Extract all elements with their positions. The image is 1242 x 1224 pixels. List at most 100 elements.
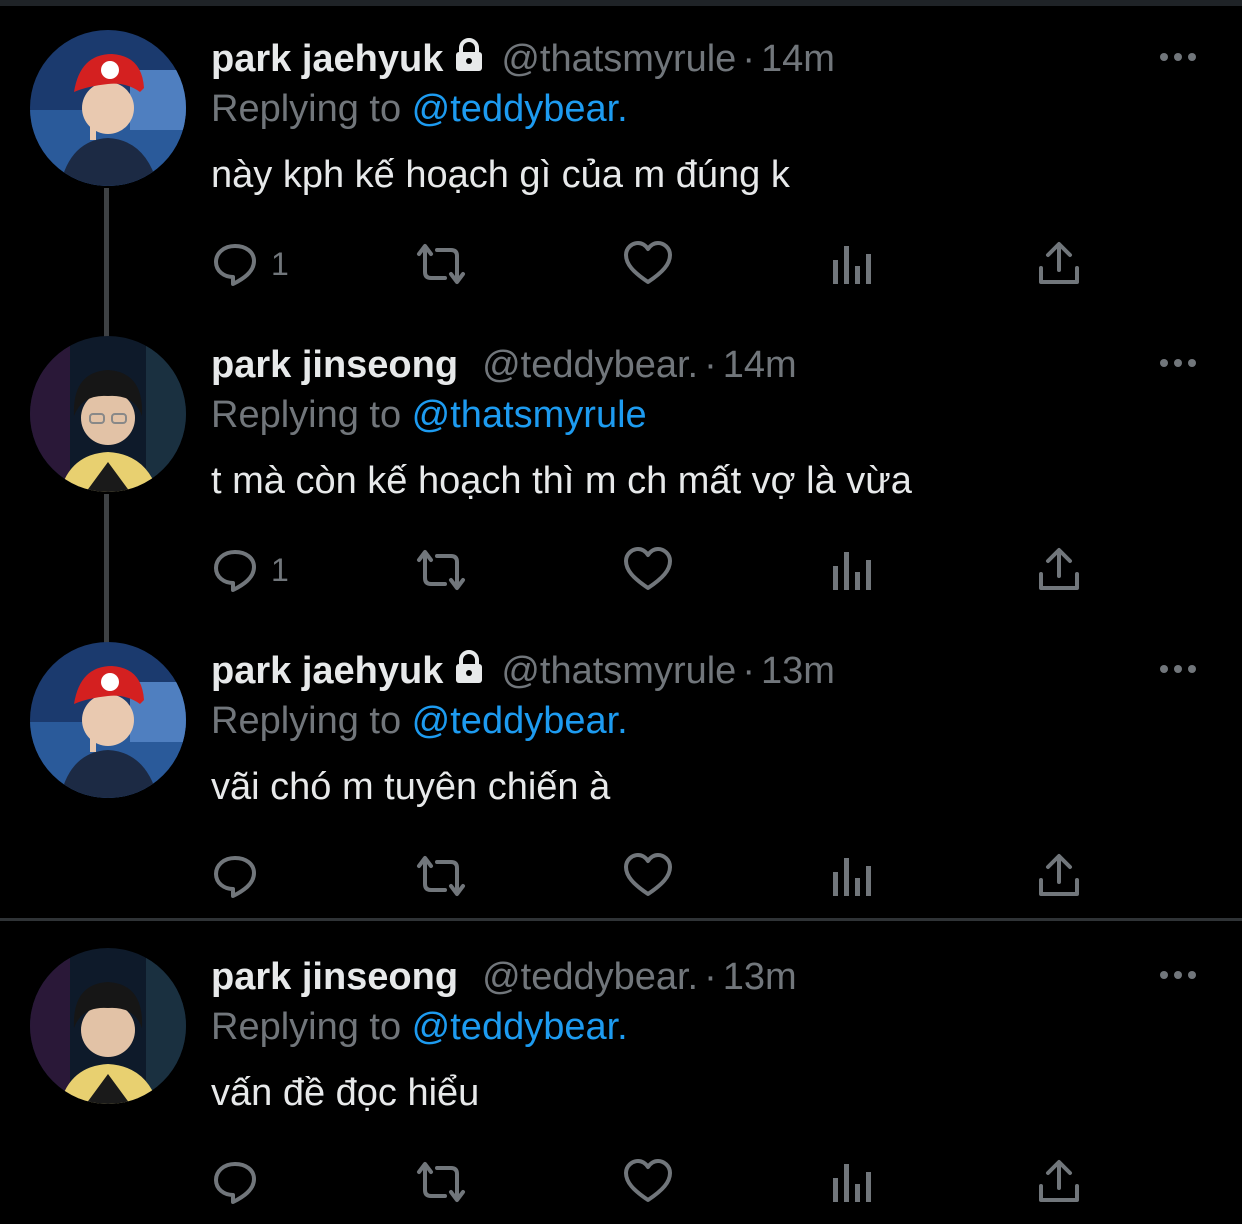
replying-to-link[interactable]: @thatsmyrule <box>412 394 647 436</box>
replying-to: Replying to @teddybear. <box>211 696 1202 746</box>
retweet-icon <box>417 1162 465 1202</box>
tweet-body: park jaehyuk @thatsmyrule · 13m Replying to… <box>211 646 1202 812</box>
replying-prefix: Replying to <box>211 88 412 130</box>
timestamp[interactable]: 13m <box>723 956 797 998</box>
tweet-body: park jinseong @teddybear. · 13m Replying to… <box>211 952 1202 1118</box>
analytics-icon <box>833 552 871 590</box>
timestamp[interactable]: 13m <box>761 650 835 692</box>
tweet[interactable]: park jaehyuk @thatsmyrule · 13m Replying to… <box>0 612 1242 918</box>
more-options-icon[interactable] <box>1158 50 1198 64</box>
replying-to: Replying to @thatsmyrule <box>211 390 1202 440</box>
views-button[interactable] <box>831 1154 875 1210</box>
user-handle[interactable]: @thatsmyrule <box>501 650 736 692</box>
replying-to: Replying to @teddybear. <box>211 1002 1202 1052</box>
retweet-button[interactable] <box>411 1154 471 1210</box>
separator-dot: · <box>704 956 717 998</box>
display-name[interactable]: park jaehyuk <box>211 38 443 80</box>
separator-dot: · <box>704 344 717 386</box>
like-button[interactable] <box>623 848 673 904</box>
display-name[interactable]: park jinseong <box>211 956 458 998</box>
replying-to-link[interactable]: @teddybear. <box>412 1006 628 1048</box>
timestamp[interactable]: 14m <box>723 344 797 386</box>
avatar[interactable] <box>30 642 186 798</box>
tweet-header: park jaehyuk @thatsmyrule · 14m <box>211 34 1202 84</box>
avatar[interactable] <box>30 948 186 1104</box>
heart-icon <box>624 853 672 896</box>
retweet-button[interactable] <box>411 236 471 292</box>
share-button[interactable] <box>1037 542 1081 598</box>
display-name[interactable]: park jaehyuk <box>211 650 443 692</box>
reply-thread: park jaehyuk @thatsmyrule · 14m Replying to… <box>0 0 1242 1212</box>
like-button[interactable] <box>623 1154 673 1210</box>
more-options-icon[interactable] <box>1158 356 1198 370</box>
replying-prefix: Replying to <box>211 394 412 436</box>
tweet-actions <box>211 1154 1111 1210</box>
tweet-text: vấn đề đọc hiểu <box>211 1072 480 1114</box>
reply-icon <box>214 244 256 286</box>
lock-icon <box>451 36 487 86</box>
tweet[interactable]: park jinseong @teddybear. · 14m Replying to… <box>0 306 1242 612</box>
analytics-icon <box>833 858 871 896</box>
avatar[interactable] <box>30 336 186 492</box>
tweet-text: này kph kế hoạch gì của m đúng k <box>211 154 790 196</box>
separator-dot: · <box>742 38 755 80</box>
reply-button[interactable]: 1 <box>211 236 289 292</box>
tweet[interactable]: park jaehyuk @thatsmyrule · 14m Replying to… <box>0 0 1242 306</box>
share-icon <box>1039 1160 1079 1202</box>
analytics-icon <box>833 246 871 284</box>
replying-to-link[interactable]: @teddybear. <box>412 88 628 130</box>
retweet-button[interactable] <box>411 542 471 598</box>
separator-dot: · <box>742 650 755 692</box>
tweet-actions <box>211 848 1111 904</box>
like-button[interactable] <box>623 542 673 598</box>
tweet-body: park jaehyuk @thatsmyrule · 14m Replying to… <box>211 34 1202 200</box>
replying-to: Replying to @teddybear. <box>211 84 1202 134</box>
retweet-button[interactable] <box>411 848 471 904</box>
tweet-header: park jinseong @teddybear. · 13m <box>211 952 1202 1002</box>
display-name[interactable]: park jinseong <box>211 344 458 386</box>
user-handle[interactable]: @thatsmyrule <box>501 38 736 80</box>
heart-icon <box>624 1159 672 1202</box>
tweet-header: park jinseong @teddybear. · 14m <box>211 340 1202 390</box>
reply-button[interactable] <box>211 1154 271 1210</box>
tweet-text: t mà còn kế hoạch thì m ch mất vợ là vừa <box>211 460 912 502</box>
timestamp[interactable]: 14m <box>761 38 835 80</box>
avatar[interactable] <box>30 30 186 186</box>
share-button[interactable] <box>1037 236 1081 292</box>
retweet-icon <box>417 244 465 284</box>
tweet[interactable]: park jinseong @teddybear. · 13m Replying to… <box>0 918 1242 1224</box>
heart-icon <box>624 547 672 590</box>
tweet-header: park jaehyuk @thatsmyrule · 13m <box>211 646 1202 696</box>
retweet-icon <box>417 856 465 896</box>
lock-icon <box>451 648 487 698</box>
share-button[interactable] <box>1037 1154 1081 1210</box>
tweet-actions: 1 <box>211 542 1111 598</box>
heart-icon <box>624 241 672 284</box>
reply-count: 1 <box>271 245 289 282</box>
analytics-icon <box>833 1164 871 1202</box>
replying-to-link[interactable]: @teddybear. <box>412 700 628 742</box>
share-button[interactable] <box>1037 848 1081 904</box>
user-handle[interactable]: @teddybear. <box>482 956 698 998</box>
reply-icon <box>214 1162 256 1204</box>
tweet-actions: 1 <box>211 236 1111 292</box>
user-handle[interactable]: @teddybear. <box>482 344 698 386</box>
views-button[interactable] <box>831 542 875 598</box>
tweet-text: vãi chó m tuyên chiến à <box>211 766 611 808</box>
reply-button[interactable]: 1 <box>211 542 289 598</box>
reply-icon <box>214 550 256 592</box>
retweet-icon <box>417 550 465 590</box>
replying-prefix: Replying to <box>211 700 412 742</box>
like-button[interactable] <box>623 236 673 292</box>
more-options-icon[interactable] <box>1158 662 1198 676</box>
tweet-body: park jinseong @teddybear. · 14m Replying to… <box>211 340 1202 506</box>
views-button[interactable] <box>831 236 875 292</box>
share-icon <box>1039 242 1079 284</box>
reply-button[interactable] <box>211 848 271 904</box>
more-options-icon[interactable] <box>1158 968 1198 982</box>
reply-icon <box>214 856 256 898</box>
views-button[interactable] <box>831 848 875 904</box>
replying-prefix: Replying to <box>211 1006 412 1048</box>
share-icon <box>1039 548 1079 590</box>
reply-count: 1 <box>271 551 289 588</box>
